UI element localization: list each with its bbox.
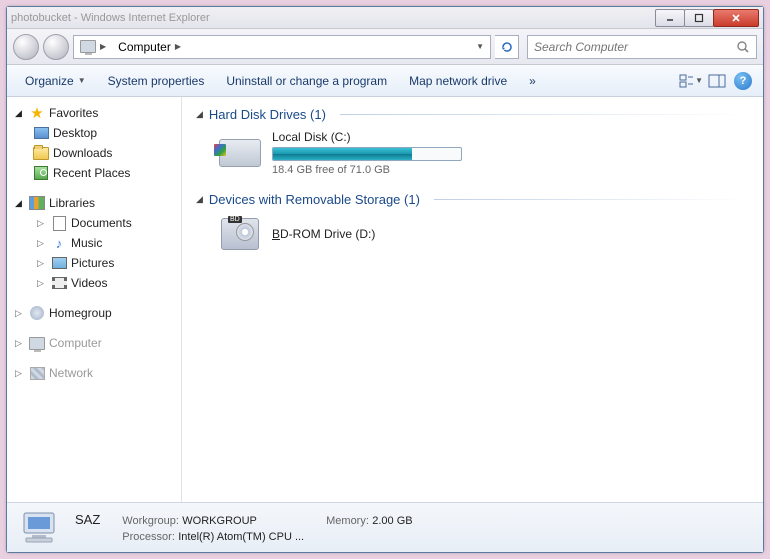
- system-properties-button[interactable]: System properties: [98, 70, 215, 92]
- view-options-button[interactable]: ▼: [679, 69, 703, 93]
- drive-item-local-disk[interactable]: Local Disk (C:) 18.4 GB free of 71.0 GB: [218, 130, 749, 176]
- window-title: photobucket - Windows Internet Explorer: [11, 12, 656, 24]
- toolbar-overflow[interactable]: »: [519, 70, 546, 92]
- expand-icon[interactable]: ▷: [15, 308, 25, 319]
- sidebar-item-videos[interactable]: ▷Videos: [7, 273, 181, 293]
- search-icon: [736, 40, 750, 54]
- address-segment-computer[interactable]: Computer ▶: [112, 36, 187, 58]
- group-header-hdd[interactable]: ◢ Hard Disk Drives (1): [196, 107, 749, 122]
- sidebar-item-downloads[interactable]: Downloads: [7, 143, 181, 163]
- videos-icon: [51, 275, 67, 291]
- pictures-icon: [51, 255, 67, 271]
- search-input[interactable]: [534, 40, 736, 54]
- computer-large-icon: [17, 508, 65, 548]
- computer-icon: [29, 335, 45, 351]
- forward-button[interactable]: [43, 34, 69, 60]
- address-bar[interactable]: ▶ Computer ▶ ▼: [73, 35, 491, 59]
- collapse-icon[interactable]: ◢: [196, 109, 203, 120]
- address-root[interactable]: ▶: [74, 36, 112, 58]
- sidebar-item-homegroup[interactable]: ▷Homegroup: [7, 303, 181, 323]
- expand-icon[interactable]: ▷: [15, 368, 25, 379]
- explorer-window: photobucket - Windows Internet Explorer …: [6, 6, 764, 553]
- recent-places-icon: [33, 165, 49, 181]
- map-network-drive-button[interactable]: Map network drive: [399, 70, 517, 92]
- drive-label: BD-ROM Drive (D:): [272, 227, 375, 241]
- desktop-icon: [33, 125, 49, 141]
- drive-item-bdrom[interactable]: BD-ROM Drive (D:): [218, 215, 749, 253]
- sidebar-item-music[interactable]: ▷♪Music: [7, 233, 181, 253]
- folder-icon: [33, 145, 49, 161]
- sidebar-item-recent-places[interactable]: Recent Places: [7, 163, 181, 183]
- network-icon: [29, 365, 45, 381]
- expand-icon[interactable]: ▷: [15, 338, 25, 349]
- collapse-icon[interactable]: ◢: [15, 108, 25, 119]
- close-button[interactable]: [713, 9, 759, 27]
- address-history-dropdown[interactable]: ▼: [470, 36, 490, 58]
- minimize-button[interactable]: [655, 9, 685, 27]
- titlebar[interactable]: photobucket - Windows Internet Explorer: [7, 7, 763, 29]
- chevron-down-icon: ▼: [695, 76, 703, 85]
- sidebar-item-pictures[interactable]: ▷Pictures: [7, 253, 181, 273]
- refresh-button[interactable]: [495, 35, 519, 59]
- maximize-button[interactable]: [684, 9, 714, 27]
- expand-icon[interactable]: ▷: [37, 258, 47, 269]
- expand-icon[interactable]: ▷: [37, 218, 47, 229]
- sidebar-item-favorites[interactable]: ◢ ★ Favorites: [7, 103, 181, 123]
- sidebar-item-desktop[interactable]: Desktop: [7, 123, 181, 143]
- command-bar: Organize ▼ System properties Uninstall o…: [7, 65, 763, 97]
- computer-name: SAZ: [75, 512, 100, 527]
- organize-button[interactable]: Organize ▼: [15, 70, 96, 92]
- navigation-pane[interactable]: ◢ ★ Favorites Desktop Downloads Recent P…: [7, 97, 182, 502]
- preview-pane-button[interactable]: [705, 69, 729, 93]
- refresh-icon: [500, 40, 514, 54]
- search-box[interactable]: [527, 35, 757, 59]
- expand-icon[interactable]: ▷: [37, 278, 47, 289]
- address-segment-label: Computer: [118, 40, 171, 54]
- hard-disk-icon: [218, 134, 262, 172]
- homegroup-icon: [29, 305, 45, 321]
- star-icon: ★: [29, 105, 45, 121]
- collapse-icon[interactable]: ◢: [15, 198, 25, 209]
- expand-icon[interactable]: ▷: [37, 238, 47, 249]
- music-icon: ♪: [51, 235, 67, 251]
- sidebar-item-libraries[interactable]: ◢ Libraries: [7, 193, 181, 213]
- sidebar-item-network[interactable]: ▷Network: [7, 363, 181, 383]
- sidebar-item-computer[interactable]: ▷Computer: [7, 333, 181, 353]
- documents-icon: [51, 215, 67, 231]
- collapse-icon[interactable]: ◢: [196, 194, 203, 205]
- chevron-down-icon: ▼: [476, 42, 484, 51]
- chevron-right-icon: ▶: [100, 42, 106, 51]
- back-button[interactable]: [13, 34, 39, 60]
- chevron-down-icon: ▼: [78, 76, 86, 85]
- bd-rom-icon: [218, 215, 262, 253]
- help-icon: ?: [734, 72, 752, 90]
- chevron-right-icon: ▶: [175, 42, 181, 51]
- sidebar-item-documents[interactable]: ▷Documents: [7, 213, 181, 233]
- drive-free-text: 18.4 GB free of 71.0 GB: [272, 164, 462, 176]
- uninstall-program-button[interactable]: Uninstall or change a program: [216, 70, 397, 92]
- disk-usage-bar: [272, 147, 462, 161]
- libraries-icon: [29, 195, 45, 211]
- details-pane: SAZ Workgroup: WORKGROUP Memory: 2.00 GB…: [7, 502, 763, 552]
- navigation-bar: ▶ Computer ▶ ▼: [7, 29, 763, 65]
- content-pane[interactable]: ◢ Hard Disk Drives (1) Local Disk (C:) 1…: [182, 97, 763, 502]
- computer-icon: [80, 39, 96, 55]
- drive-label: Local Disk (C:): [272, 130, 462, 144]
- group-header-removable[interactable]: ◢ Devices with Removable Storage (1): [196, 192, 749, 207]
- help-button[interactable]: ?: [731, 69, 755, 93]
